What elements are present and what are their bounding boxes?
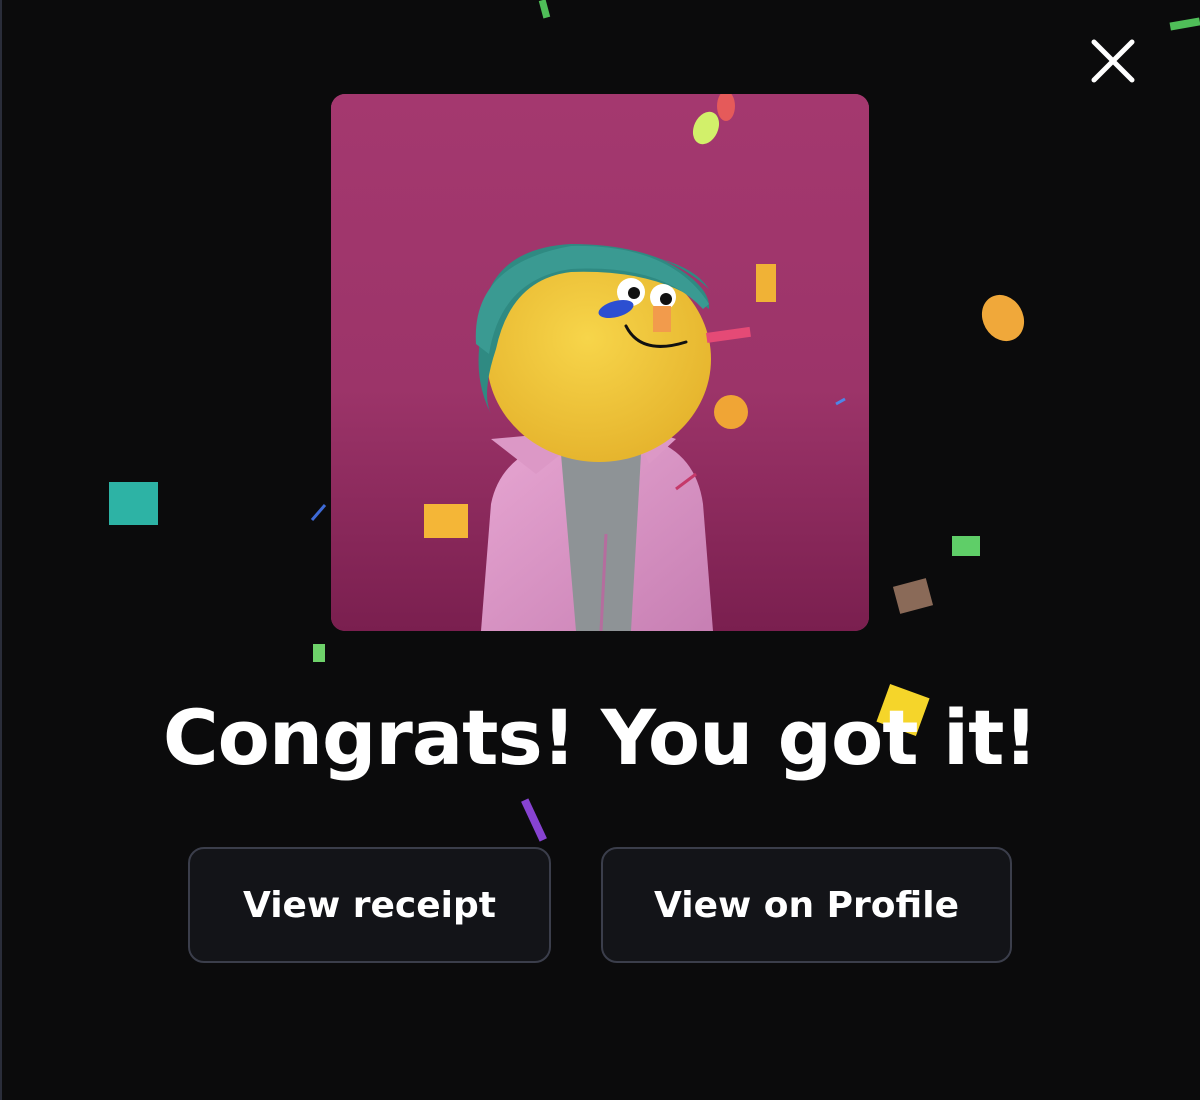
close-icon <box>1091 39 1135 83</box>
nft-character-image <box>331 94 869 631</box>
view-receipt-button[interactable]: View receipt <box>188 847 551 963</box>
close-button[interactable] <box>1082 30 1144 92</box>
purchase-success-modal: Congrats! You got it! View receipt View … <box>0 0 1200 1100</box>
nft-artwork <box>331 94 869 631</box>
window-edge <box>0 0 2 1100</box>
success-headline: Congrats! You got it! <box>162 693 1038 782</box>
view-on-profile-button[interactable]: View on Profile <box>601 847 1012 963</box>
